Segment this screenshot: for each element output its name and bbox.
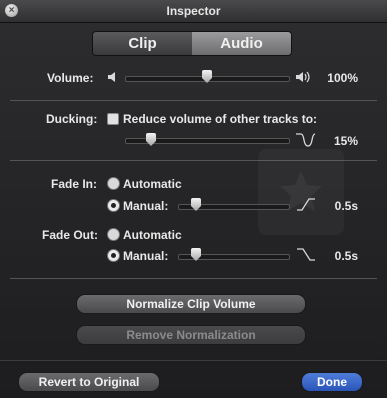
- inspector-tabs: Clip Audio: [92, 31, 292, 56]
- ducking-label: Ducking:: [46, 112, 98, 126]
- fade-out-label: Fade Out:: [42, 228, 98, 242]
- revert-to-original-button[interactable]: Revert to Original: [18, 372, 160, 392]
- speaker-low-icon: [108, 72, 115, 82]
- fade-out-automatic-radio[interactable]: [107, 228, 120, 241]
- speaker-high-icon: [296, 71, 310, 83]
- fade-out-automatic-label: Automatic: [123, 228, 182, 242]
- fade-out-manual-label: Manual:: [123, 249, 169, 263]
- star-watermark-icon: [258, 149, 344, 235]
- title-bar: × Inspector: [0, 0, 387, 23]
- tab-audio[interactable]: Audio: [192, 32, 291, 55]
- fade-out-curve-icon: [297, 248, 315, 261]
- duck-curve-icon: [296, 133, 316, 147]
- divider: [0, 360, 387, 361]
- fade-in-automatic-radio[interactable]: [107, 177, 120, 190]
- window-title: Inspector: [166, 4, 221, 18]
- ducking-value: 15%: [333, 134, 358, 148]
- divider: [10, 100, 377, 101]
- divider: [10, 278, 377, 279]
- fade-in-curve-icon: [297, 198, 315, 211]
- fade-out-manual-radio[interactable]: [107, 249, 120, 262]
- normalize-clip-volume-button[interactable]: Normalize Clip Volume: [76, 294, 306, 314]
- fade-in-label: Fade In:: [51, 177, 98, 191]
- volume-label: Volume:: [47, 71, 94, 85]
- fade-in-manual-radio[interactable]: [107, 199, 120, 212]
- fade-in-manual-label: Manual:: [123, 199, 169, 213]
- fade-in-automatic-label: Automatic: [123, 177, 182, 191]
- fade-out-value: 0.5s: [334, 249, 358, 263]
- volume-value: 100%: [327, 71, 358, 85]
- ducking-checkbox-label: Reduce volume of other tracks to:: [123, 112, 318, 126]
- tab-clip[interactable]: Clip: [93, 32, 192, 55]
- ducking-checkbox[interactable]: [107, 113, 119, 125]
- remove-normalization-button[interactable]: Remove Normalization: [76, 325, 306, 345]
- fade-in-value: 0.5s: [334, 199, 358, 213]
- done-button[interactable]: Done: [301, 372, 363, 392]
- ducking-slider-knob[interactable]: [146, 133, 156, 146]
- inspector-window: × Inspector Clip Audio Volume: 100% Duck…: [0, 0, 387, 398]
